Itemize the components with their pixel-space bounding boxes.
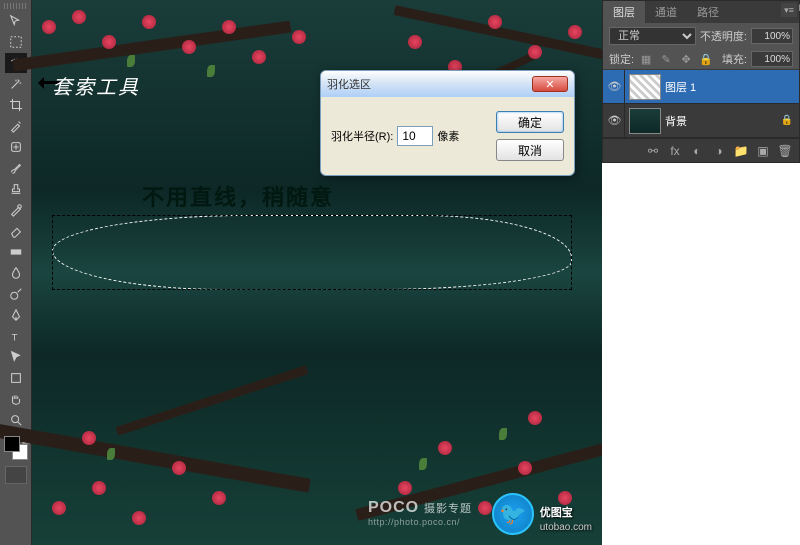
pen-tool[interactable] [5,305,27,325]
visibility-icon[interactable]: 👁 [605,70,625,103]
eraser-tool[interactable] [5,221,27,241]
quickmask-toggle[interactable] [5,466,27,484]
type-tool[interactable]: T [5,326,27,346]
fx-icon[interactable]: fx [665,142,685,160]
link-icon[interactable]: ⚯ [643,142,663,160]
bird-icon: 🐦 [492,493,534,535]
fill-input[interactable] [751,51,793,67]
brush-tool[interactable] [5,158,27,178]
radius-input[interactable] [397,126,433,146]
panel-footer: ⚯ fx ◐ ◑ 📁 ▣ 🗑 [603,138,799,162]
blend-mode-select[interactable]: 正常 [609,27,696,45]
stamp-tool[interactable] [5,179,27,199]
feather-dialog: 羽化选区 ✕ 羽化半径(R): 像素 确定 取消 [320,70,575,176]
wand-tool[interactable] [5,74,27,94]
shape-tool[interactable] [5,368,27,388]
marquee-selection [52,215,572,290]
tab-paths[interactable]: 路径 [687,1,729,23]
cancel-button[interactable]: 取消 [496,139,564,161]
move-tool[interactable] [5,11,27,31]
lock-icon: 🔒 [781,115,793,126]
history-brush-tool[interactable] [5,200,27,220]
lock-label: 锁定: [609,51,634,67]
tab-layers[interactable]: 图层 [603,1,645,23]
opacity-label: 不透明度: [700,28,747,44]
layer-name[interactable]: 图层 1 [665,79,797,95]
group-icon[interactable]: 📁 [731,142,751,160]
panel-menu-icon[interactable]: ▾≡ [781,3,797,17]
layer-thumb[interactable] [629,108,661,134]
foreground-swatch[interactable] [4,436,20,452]
lock-trans-icon[interactable]: ▦ [638,51,654,67]
dialog-titlebar[interactable]: 羽化选区 ✕ [321,71,574,97]
gradient-tool[interactable] [5,242,27,262]
close-button[interactable]: ✕ [532,76,568,92]
dialog-title: 羽化选区 [327,76,371,92]
utobao-watermark: 🐦 优图宝utobao.com [492,493,592,535]
trash-icon[interactable]: 🗑 [775,142,795,160]
mask-icon[interactable]: ◐ [687,142,707,160]
ok-button[interactable]: 确定 [496,111,564,133]
marquee-tool[interactable] [5,32,27,52]
layers-panel: ◀◀ 图层 通道 路径 ▾≡ 正常 不透明度: 锁定: ▦ ✎ ✥ 🔒 填充: … [602,0,800,163]
adjustment-icon[interactable]: ◑ [709,142,729,160]
lock-all-icon[interactable]: 🔒 [698,51,714,67]
blur-tool[interactable] [5,263,27,283]
dodge-tool[interactable] [5,284,27,304]
layer-row[interactable]: 👁 背景 🔒 [603,104,799,138]
healing-tool[interactable] [5,137,27,157]
layer-thumb[interactable] [629,74,661,100]
visibility-icon[interactable]: 👁 [605,104,625,137]
freehand-annotation: 不用直线，稍随意 [142,180,334,212]
panels-area: ◀◀ 图层 通道 路径 ▾≡ 正常 不透明度: 锁定: ▦ ✎ ✥ 🔒 填充: … [602,0,800,545]
radius-label: 羽化半径(R): [331,128,393,144]
eyedropper-tool[interactable] [5,116,27,136]
layer-name[interactable]: 背景 [665,113,777,129]
poco-watermark: POCO 摄影专题 http://photo.poco.cn/ [368,499,472,527]
lock-paint-icon[interactable]: ✎ [658,51,674,67]
crop-tool[interactable] [5,95,27,115]
new-layer-icon[interactable]: ▣ [753,142,773,160]
fill-label: 填充: [722,51,747,67]
layer-list: 👁 图层 1 👁 背景 🔒 [603,70,799,138]
panel-tabs: 图层 通道 路径 ▾≡ [603,1,799,23]
svg-text:T: T [11,332,17,343]
toolbox-grip [4,3,27,9]
tab-channels[interactable]: 通道 [645,1,687,23]
lock-move-icon[interactable]: ✥ [678,51,694,67]
lasso-annotation: 套索工具 [52,71,140,100]
hand-tool[interactable] [5,389,27,409]
unit-label: 像素 [437,128,459,144]
opacity-input[interactable] [751,28,793,44]
path-select-tool[interactable] [5,347,27,367]
layer-row[interactable]: 👁 图层 1 [603,70,799,104]
toolbox: T [0,0,32,545]
